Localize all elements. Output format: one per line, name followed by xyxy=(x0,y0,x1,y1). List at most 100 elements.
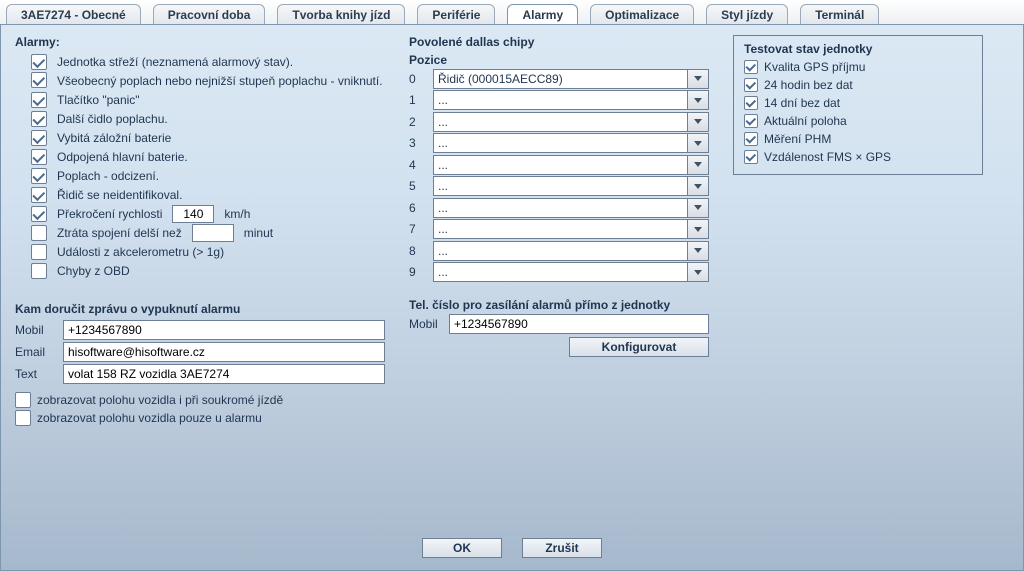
alarm-conn-input[interactable] xyxy=(192,224,234,242)
dallas-row: 1... xyxy=(409,90,709,110)
dallas-select[interactable]: ... xyxy=(433,112,709,132)
dallas-index: 1 xyxy=(409,93,427,107)
dallas-index: 3 xyxy=(409,136,427,150)
tab-trip-book[interactable]: Tvorba knihy jízd xyxy=(277,4,405,24)
dallas-value: ... xyxy=(438,93,448,107)
test-chk[interactable] xyxy=(744,150,758,164)
dallas-index: 5 xyxy=(409,179,427,193)
dallas-index: 7 xyxy=(409,222,427,236)
dallas-value: ... xyxy=(438,179,448,193)
dallas-pos-header: Pozice xyxy=(409,53,709,67)
test-label: Aktuální poloha xyxy=(764,112,847,130)
test-row: Měření PHM xyxy=(744,130,972,148)
dallas-value: ... xyxy=(438,136,448,150)
delivery-mobil-input[interactable] xyxy=(63,320,385,340)
alarm-chk-obd[interactable] xyxy=(31,263,47,279)
chevron-down-icon[interactable] xyxy=(687,177,708,195)
alarm-label: Odpojená hlavní baterie. xyxy=(57,148,385,166)
test-row: Vzdálenost FMS × GPS xyxy=(744,148,972,166)
alarm-conn-suffix: minut xyxy=(244,224,273,242)
alarm-label: Události z akcelerometru (> 1g) xyxy=(57,243,385,261)
alarm-chk-noid[interactable] xyxy=(31,187,47,203)
tab-peripheral[interactable]: Periférie xyxy=(417,4,495,24)
chevron-down-icon[interactable] xyxy=(687,134,708,152)
tab-bar: 3AE7274 - Obecné Pracovní doba Tvorba kn… xyxy=(0,0,1024,25)
dallas-select[interactable]: ... xyxy=(433,155,709,175)
alarm-chk-panic[interactable] xyxy=(31,92,47,108)
test-chk[interactable] xyxy=(744,132,758,146)
test-chk[interactable] xyxy=(744,78,758,92)
dallas-select[interactable]: ... xyxy=(433,219,709,239)
dallas-value: ... xyxy=(438,158,448,172)
alarm-chk-conn[interactable] xyxy=(31,225,47,241)
opt-private-chk[interactable] xyxy=(15,392,31,408)
dallas-row: 9... xyxy=(409,262,709,282)
dallas-row: 8... xyxy=(409,241,709,261)
chevron-down-icon[interactable] xyxy=(687,91,708,109)
chevron-down-icon[interactable] xyxy=(687,220,708,238)
chevron-down-icon[interactable] xyxy=(687,70,708,88)
dallas-select[interactable]: Řidič (000015AECC89) xyxy=(433,69,709,89)
dallas-select[interactable]: ... xyxy=(433,262,709,282)
chevron-down-icon[interactable] xyxy=(687,156,708,174)
alarm-label: Řidič se neidentifikoval. xyxy=(57,186,385,204)
dallas-select[interactable]: ... xyxy=(433,198,709,218)
dallas-index: 0 xyxy=(409,72,427,86)
alarm-speed-prefix: Překročení rychlosti xyxy=(57,205,162,223)
alarm-label: Jednotka střeží (neznamená alarmový stav… xyxy=(57,53,385,71)
alarm-speed-input[interactable] xyxy=(172,205,214,223)
alarm-chk-battery-low[interactable] xyxy=(31,130,47,146)
alarm-chk-battery-disc[interactable] xyxy=(31,149,47,165)
opt-alarm-chk[interactable] xyxy=(15,410,31,426)
chevron-down-icon[interactable] xyxy=(687,199,708,217)
alarm-chk-sensor[interactable] xyxy=(31,111,47,127)
delivery-email-input[interactable] xyxy=(63,342,385,362)
alarm-chk-accel[interactable] xyxy=(31,244,47,260)
test-chk[interactable] xyxy=(744,60,758,74)
dallas-index: 6 xyxy=(409,201,427,215)
alarm-chk-guard[interactable] xyxy=(31,54,47,70)
test-label: 14 dní bez dat xyxy=(764,94,840,112)
tab-terminal[interactable]: Terminál xyxy=(800,4,879,24)
alarm-chk-theft[interactable] xyxy=(31,168,47,184)
dallas-index: 8 xyxy=(409,244,427,258)
ok-button[interactable]: OK xyxy=(422,538,502,558)
configure-button[interactable]: Konfigurovat xyxy=(569,337,709,357)
dallas-value: ... xyxy=(438,265,448,279)
dallas-select[interactable]: ... xyxy=(433,241,709,261)
test-label: Kvalita GPS příjmu xyxy=(764,58,865,76)
delivery-email-label: Email xyxy=(15,345,55,359)
test-label: Vzdálenost FMS × GPS xyxy=(764,148,891,166)
dallas-row: 3... xyxy=(409,133,709,153)
dallas-select[interactable]: ... xyxy=(433,90,709,110)
chevron-down-icon[interactable] xyxy=(687,242,708,260)
dallas-column: Povolené dallas chipy Pozice 0Řidič (000… xyxy=(409,35,709,357)
dallas-select[interactable]: ... xyxy=(433,133,709,153)
dallas-select[interactable]: ... xyxy=(433,176,709,196)
test-chk[interactable] xyxy=(744,96,758,110)
tab-drive-style[interactable]: Styl jízdy xyxy=(706,4,788,24)
alarm-label: Poplach - odcizení. xyxy=(57,167,385,185)
tab-alarms[interactable]: Alarmy xyxy=(507,4,578,24)
dallas-value: ... xyxy=(438,222,448,236)
cancel-button[interactable]: Zrušit xyxy=(522,538,602,558)
delivery-title: Kam doručit zprávu o vypuknutí alarmu xyxy=(15,302,385,316)
test-row: 14 dní bez dat xyxy=(744,94,972,112)
tab-work-hours[interactable]: Pracovní doba xyxy=(153,4,266,24)
alarm-label: Tlačítko "panic" xyxy=(57,91,385,109)
tab-general[interactable]: 3AE7274 - Obecné xyxy=(6,4,141,24)
delivery-text-input[interactable] xyxy=(63,364,385,384)
test-chk[interactable] xyxy=(744,114,758,128)
dallas-row: 7... xyxy=(409,219,709,239)
dialog-footer: OK Zrušit xyxy=(15,532,1009,558)
chevron-down-icon[interactable] xyxy=(687,263,708,281)
dallas-row: 0 Řidič (000015AECC89) xyxy=(409,69,709,89)
tel-label: Mobil xyxy=(409,317,443,331)
dallas-value: ... xyxy=(438,201,448,215)
alarm-chk-general[interactable] xyxy=(31,72,47,88)
test-row: Kvalita GPS příjmu xyxy=(744,58,972,76)
alarm-chk-speed[interactable] xyxy=(31,206,47,222)
tab-optimization[interactable]: Optimalizace xyxy=(590,4,694,24)
chevron-down-icon[interactable] xyxy=(687,113,708,131)
tel-input[interactable] xyxy=(449,314,709,334)
